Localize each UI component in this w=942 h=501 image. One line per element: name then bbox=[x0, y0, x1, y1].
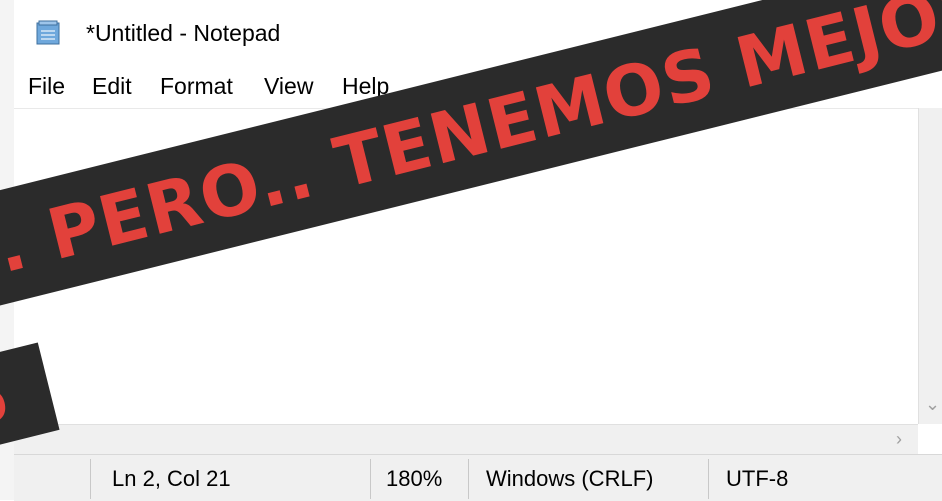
menu-bar: File Edit Format View Help bbox=[14, 68, 942, 108]
encoding: UTF-8 bbox=[726, 466, 789, 491]
menu-edit[interactable]: Edit bbox=[92, 73, 132, 100]
editor-content[interactable]: print("Hola bbox=[28, 178, 319, 229]
scroll-right-icon[interactable]: › bbox=[896, 429, 902, 450]
minimize-button[interactable]: — bbox=[717, 12, 767, 56]
notepad-window: *Untitled - Notepad — ☐ ✕ File Edit Form… bbox=[0, 0, 942, 501]
window-border bbox=[0, 0, 14, 500]
horizontal-scrollbar[interactable]: › bbox=[14, 424, 918, 455]
cursor-position: Ln 2, Col 21 bbox=[112, 466, 231, 491]
notepad-icon bbox=[36, 20, 60, 45]
menu-view[interactable]: View bbox=[264, 73, 313, 100]
scroll-down-icon[interactable]: ⌄ bbox=[925, 394, 940, 415]
title-bar[interactable]: *Untitled - Notepad — ☐ ✕ bbox=[14, 0, 942, 68]
status-divider bbox=[370, 459, 371, 499]
maximize-icon: ☐ bbox=[816, 18, 842, 50]
close-icon: ✕ bbox=[907, 18, 931, 50]
vertical-scrollbar[interactable]: ⌄ bbox=[918, 108, 942, 424]
menu-file[interactable]: File bbox=[28, 73, 65, 100]
minimize-icon: — bbox=[728, 18, 756, 49]
window-title: *Untitled - Notepad bbox=[86, 20, 281, 46]
text-editor[interactable] bbox=[14, 108, 918, 425]
close-button[interactable]: ✕ bbox=[894, 12, 942, 56]
zoom-level: 180% bbox=[386, 466, 443, 491]
maximize-button[interactable]: ☐ bbox=[804, 12, 854, 56]
line-ending: Windows (CRLF) bbox=[486, 466, 654, 491]
status-bar: Ln 2, Col 21 180% Windows (CRLF) UTF-8 bbox=[14, 454, 942, 501]
status-divider bbox=[468, 459, 469, 499]
status-divider bbox=[708, 459, 709, 499]
status-divider bbox=[90, 459, 91, 499]
menu-help[interactable]: Help bbox=[342, 73, 389, 100]
menu-format[interactable]: Format bbox=[160, 73, 233, 100]
